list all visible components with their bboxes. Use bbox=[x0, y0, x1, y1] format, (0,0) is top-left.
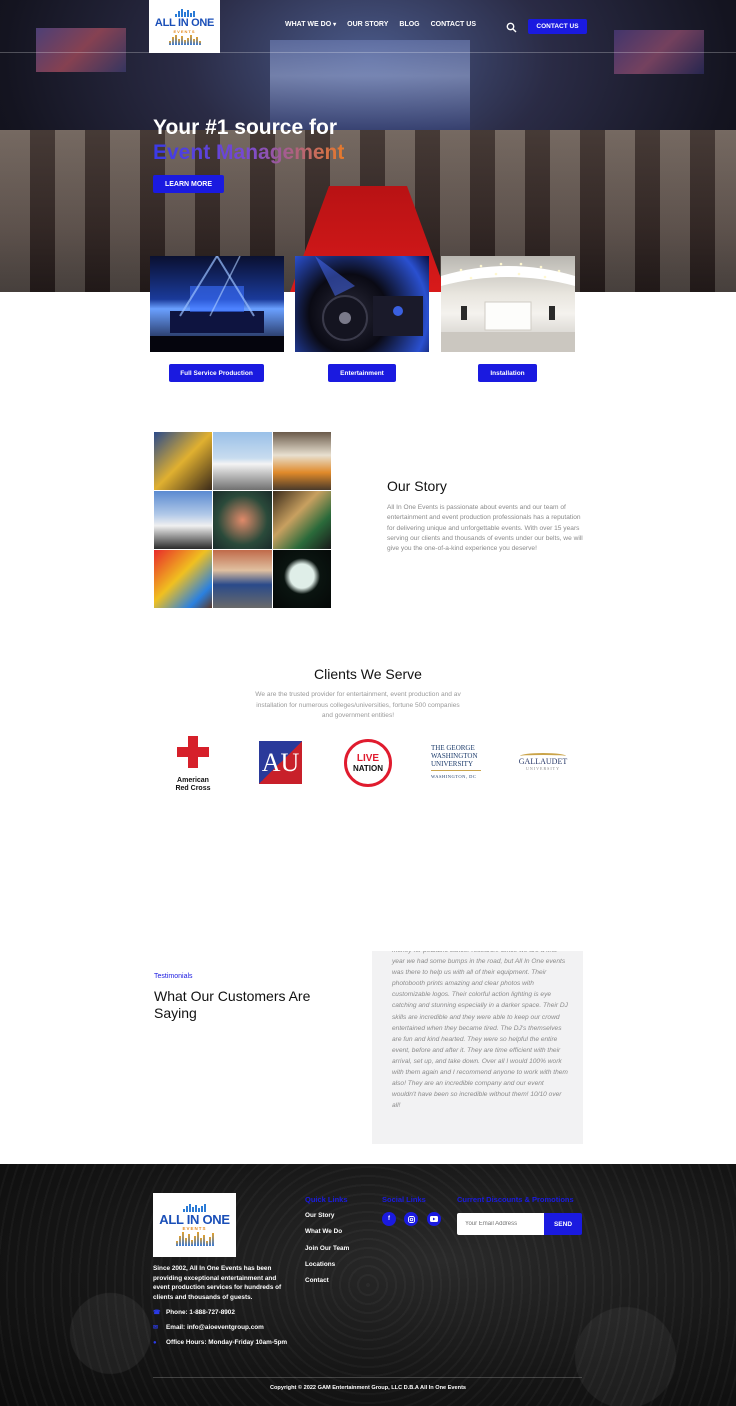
logo-subtext: EVENTS bbox=[173, 28, 196, 34]
gwu-line3: UNIVERSITY bbox=[431, 760, 473, 768]
live-nation-logo: LIVE NATION bbox=[344, 739, 392, 787]
gallery-photo bbox=[154, 432, 213, 490]
red-cross-logo-text: American Red Cross bbox=[175, 777, 211, 792]
hero-heading-line2: Event Management bbox=[153, 141, 345, 164]
american-university-logo: AU bbox=[259, 741, 302, 784]
site-logo[interactable]: ALL IN ONE EVENTS bbox=[149, 0, 220, 53]
gallaudet-subtext: UNIVERSITY bbox=[526, 766, 560, 771]
logo-equalizer-bottom bbox=[168, 34, 201, 45]
story-text: All In One Events is passionate about ev… bbox=[387, 504, 583, 553]
footer-logo[interactable]: ALL IN ONE EVENTS bbox=[153, 1193, 236, 1257]
gwu-line1: THE GEORGE bbox=[431, 744, 475, 752]
search-icon[interactable] bbox=[506, 20, 517, 33]
quick-links-title: Quick Links bbox=[305, 1195, 348, 1204]
installation-button[interactable]: Installation bbox=[478, 364, 537, 382]
hero-screen-left bbox=[36, 28, 126, 72]
gallaudet-logo: GALLAUDET UNIVERSITY bbox=[518, 753, 568, 771]
logo-equalizer-top bbox=[183, 1204, 206, 1212]
main-nav: WHAT WE DO ▾ OUR STORY BLOG CONTACT US bbox=[285, 21, 476, 28]
footer-link-contact[interactable]: Contact bbox=[305, 1277, 349, 1284]
footer-hours: ● Office Hours: Monday-Friday 10am-5pm bbox=[153, 1339, 287, 1346]
testimonials-label: Testimonials bbox=[154, 973, 193, 980]
gallaudet-text: GALLAUDET bbox=[518, 757, 568, 766]
quick-links-list: Our Story What We Do Join Our Team Locat… bbox=[305, 1212, 349, 1293]
hero-heading-line1: Your #1 source for bbox=[153, 116, 337, 139]
facebook-icon[interactable]: f bbox=[382, 1212, 396, 1226]
footer-link-locations[interactable]: Locations bbox=[305, 1261, 349, 1268]
logo-equalizer-top bbox=[174, 8, 195, 17]
header-contact-button[interactable]: CONTACT US bbox=[528, 19, 587, 34]
instagram-icon[interactable] bbox=[404, 1212, 418, 1226]
learn-more-button[interactable]: LEARN MORE bbox=[153, 175, 224, 193]
story-title: Our Story bbox=[387, 478, 447, 494]
clients-text: We are the trusted provider for entertai… bbox=[255, 691, 461, 719]
footer-link-our-story[interactable]: Our Story bbox=[305, 1212, 349, 1219]
footer-about: Since 2002, All In One Events has been p… bbox=[153, 1265, 282, 1301]
header-divider bbox=[0, 52, 736, 53]
gallery-photo bbox=[272, 550, 331, 608]
footer-divider bbox=[153, 1377, 582, 1378]
nav-what-we-do-label: WHAT WE DO bbox=[285, 21, 332, 28]
footer-logo-text: ALL IN ONE bbox=[159, 1212, 230, 1227]
testimonial-quote: money for pediatric cancer research. Sin… bbox=[392, 951, 568, 1110]
nav-what-we-do[interactable]: WHAT WE DO ▾ bbox=[285, 21, 336, 28]
nav-contact-us[interactable]: CONTACT US bbox=[431, 21, 476, 28]
footer-email-text: Email: info@aioeventgroup.com bbox=[166, 1324, 264, 1331]
clock-icon: ● bbox=[153, 1339, 157, 1346]
gwu-line2: WASHINGTON bbox=[431, 752, 478, 760]
gwu-logo: THE GEORGE WASHINGTON UNIVERSITY WASHING… bbox=[431, 744, 481, 781]
youtube-icon[interactable] bbox=[427, 1212, 441, 1226]
logo-text: ALL IN ONE bbox=[154, 16, 215, 29]
gallery-photo bbox=[154, 550, 213, 608]
gallery-photo bbox=[272, 491, 331, 549]
copyright-text: Copyright © 2022 GAM Entertainment Group… bbox=[269, 1385, 467, 1391]
chevron-down-icon: ▾ bbox=[333, 22, 337, 28]
gallery-photo bbox=[213, 432, 272, 490]
footer-phone[interactable]: ☎ Phone: 1-888-727-8902 bbox=[153, 1309, 235, 1316]
footer-link-what-we-do[interactable]: What We Do bbox=[305, 1228, 349, 1235]
footer-link-join-our-team[interactable]: Join Our Team bbox=[305, 1245, 349, 1252]
gwu-divider bbox=[431, 770, 481, 771]
gallery-photo bbox=[154, 491, 213, 549]
gallery-photo bbox=[272, 432, 331, 490]
site-footer: ALL IN ONE EVENTS Since 2002, All In One… bbox=[0, 1164, 736, 1406]
social-links-title: Social Links bbox=[382, 1195, 426, 1204]
nav-our-story[interactable]: OUR STORY bbox=[347, 21, 388, 28]
newsletter-send-button[interactable]: SEND bbox=[544, 1213, 582, 1235]
gwu-location: WASHINGTON, DC bbox=[431, 774, 477, 779]
gallery-photo bbox=[213, 491, 272, 549]
live-nation-text: LIVE bbox=[356, 752, 380, 764]
story-photo-gallery bbox=[154, 432, 331, 608]
service-image-installation[interactable] bbox=[441, 256, 575, 352]
testimonials-title: What Our Customers Are Saying bbox=[154, 988, 311, 1021]
footer-hours-text: Office Hours: Monday-Friday 10am-5pm bbox=[166, 1339, 288, 1346]
service-image-production[interactable] bbox=[150, 256, 284, 352]
red-cross-logo-icon bbox=[177, 736, 209, 768]
gallery-photo bbox=[213, 550, 272, 608]
full-service-production-button[interactable]: Full Service Production bbox=[169, 364, 264, 382]
hero-section bbox=[0, 0, 736, 292]
live-nation-subtext: NATION bbox=[352, 763, 384, 773]
discounts-title: Current Discounts & Promotions bbox=[457, 1195, 574, 1204]
footer-email[interactable]: ✉ Email: info@aioeventgroup.com bbox=[153, 1324, 264, 1331]
service-image-entertainment[interactable] bbox=[295, 256, 429, 352]
phone-icon: ☎ bbox=[153, 1309, 161, 1316]
clients-title: Clients We Serve bbox=[314, 666, 422, 682]
testimonial-card: money for pediatric cancer research. Sin… bbox=[372, 951, 583, 1144]
logo-equalizer-bottom bbox=[175, 1232, 214, 1246]
entertainment-button[interactable]: Entertainment bbox=[328, 364, 396, 382]
newsletter-email-input[interactable] bbox=[457, 1213, 544, 1235]
footer-logo-subtext: EVENTS bbox=[182, 1226, 207, 1231]
envelope-icon: ✉ bbox=[153, 1324, 159, 1331]
footer-phone-text: Phone: 1-888-727-8902 bbox=[166, 1309, 235, 1316]
nav-blog[interactable]: BLOG bbox=[399, 21, 419, 28]
